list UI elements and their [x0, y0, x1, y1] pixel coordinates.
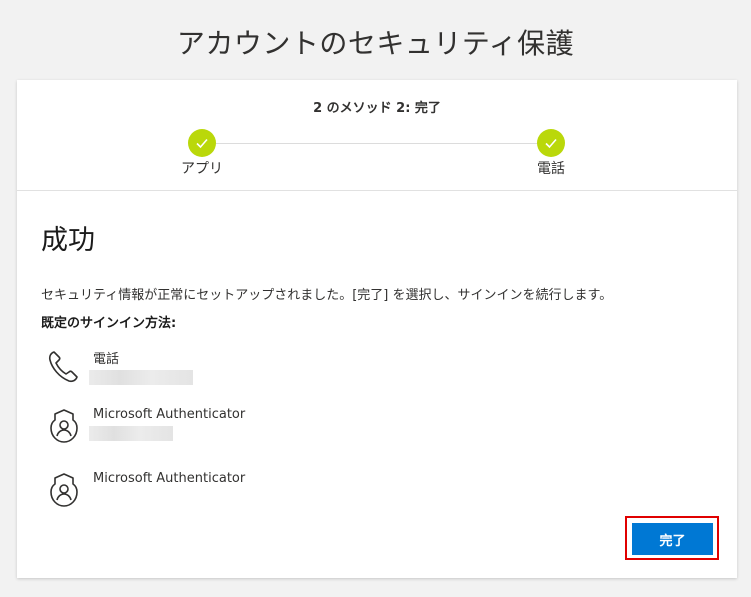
method-authenticator-1: Microsoft Authenticator — [45, 407, 445, 451]
page-title: アカウントのセキュリティ保護 — [176, 27, 575, 60]
success-heading: 成功 — [41, 225, 95, 256]
success-description: セキュリティ情報が正常にセットアップされました。[完了] を選択し、サインインを… — [41, 288, 613, 303]
security-card: 2 のメソッド 2: 完了 アプリ 電話 成功 セキュリティ情報が正常にセットア… — [17, 80, 737, 578]
authenticator-icon — [50, 409, 78, 443]
step-phone-check-icon — [537, 129, 565, 157]
step-phone-label: 電話 — [537, 161, 565, 177]
authenticator-icon — [50, 473, 78, 507]
step-title: 2 のメソッド 2: 完了 — [313, 101, 441, 116]
step-app-check-icon — [188, 129, 216, 157]
default-method-label: 既定のサインイン方法: — [41, 316, 177, 331]
progress-header: 2 のメソッド 2: 完了 アプリ 電話 — [17, 80, 737, 191]
step-app-label: アプリ — [181, 161, 223, 177]
method-authenticator-2-name: Microsoft Authenticator — [93, 471, 246, 486]
phone-number-redacted — [89, 370, 193, 385]
device-name-redacted — [89, 426, 173, 441]
method-phone: 電話 — [45, 348, 445, 392]
done-button[interactable]: 完了 — [632, 523, 713, 555]
method-authenticator-2: Microsoft Authenticator — [45, 471, 445, 515]
method-authenticator-1-name: Microsoft Authenticator — [93, 407, 246, 422]
method-phone-name: 電話 — [93, 352, 120, 367]
phone-icon — [48, 351, 78, 383]
progress-line — [216, 143, 551, 144]
